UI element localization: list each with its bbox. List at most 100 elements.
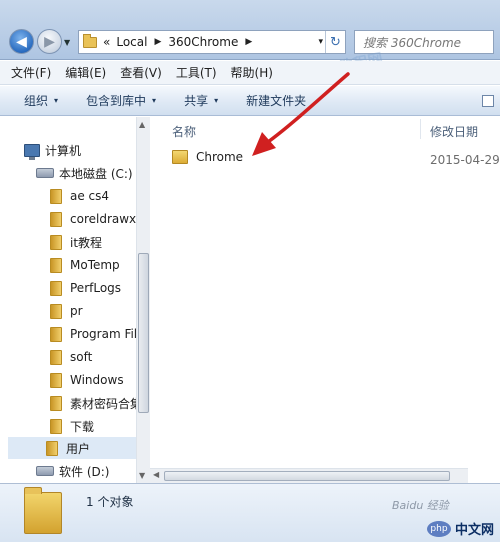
local-disk-icon bbox=[36, 168, 54, 178]
tree-item-drive-d[interactable]: 软件 (D:) bbox=[36, 460, 109, 482]
new-folder-label: 新建文件夹 bbox=[246, 94, 307, 108]
menu-file[interactable]: 文件(F) bbox=[11, 64, 51, 81]
folder-icon bbox=[50, 211, 62, 227]
tree-label: PerfLogs bbox=[70, 281, 122, 295]
tree-label: 计算机 bbox=[45, 143, 82, 158]
folder-icon bbox=[50, 280, 62, 296]
breadcrumb-360chrome[interactable]: 360Chrome bbox=[168, 35, 238, 49]
list-item[interactable]: Chrome bbox=[172, 150, 243, 164]
tree-item-computer[interactable]: 计算机 bbox=[24, 139, 81, 161]
folder-icon bbox=[50, 372, 62, 388]
menu-view[interactable]: 查看(V) bbox=[120, 64, 162, 81]
tree-label: ae cs4 bbox=[70, 189, 110, 203]
tree-label: pr bbox=[70, 304, 83, 318]
address-history-chevron[interactable]: « bbox=[103, 35, 110, 49]
local-disk-icon bbox=[36, 466, 54, 476]
folder-icon bbox=[50, 418, 62, 434]
recent-pages-dropdown[interactable]: ▼ bbox=[64, 38, 70, 47]
folder-icon bbox=[50, 303, 62, 319]
back-button[interactable]: ◀ bbox=[9, 29, 34, 54]
file-date-modified: 2015-04-29 bbox=[430, 153, 500, 167]
scrollbar-thumb[interactable] bbox=[164, 471, 450, 481]
tree-label: soft bbox=[70, 350, 93, 364]
menu-edit[interactable]: 编辑(E) bbox=[65, 64, 106, 81]
tree-item-drive-c[interactable]: 本地磁盘 (C:) bbox=[36, 162, 133, 184]
organize-label: 组织 bbox=[24, 94, 49, 108]
view-options-icon[interactable] bbox=[482, 95, 494, 107]
chevron-down-icon: ▾ bbox=[152, 96, 157, 105]
folder-icon bbox=[50, 326, 62, 342]
tree-item-folder[interactable]: soft bbox=[50, 346, 92, 368]
php-watermark-text: 中文网 bbox=[454, 523, 494, 538]
tree-label: MoTemp bbox=[70, 258, 120, 272]
organize-button[interactable]: 组织 ▾ bbox=[24, 92, 58, 109]
file-list[interactable]: 名称 修改日期 Chrome 2015-04-29 bbox=[150, 117, 500, 483]
forward-arrow-icon: ▶ bbox=[44, 33, 55, 50]
breadcrumb-separator-icon[interactable]: ▶ bbox=[245, 37, 252, 47]
tree-item-folder[interactable]: MoTemp bbox=[50, 254, 120, 276]
address-dropdown-icon[interactable]: ▾ bbox=[318, 37, 323, 47]
tree-item-folder[interactable]: 素材密码合集 bbox=[50, 392, 142, 414]
computer-icon bbox=[24, 143, 40, 160]
navigation-pane[interactable]: 计算机 本地磁盘 (C:) ae cs4 coreldrawx7 it教程 Mo… bbox=[0, 117, 150, 483]
command-bar: 组织 ▾ 包含到库中 ▾ 共享 ▾ 新建文件夹 bbox=[0, 86, 500, 116]
item-count: 1 个对象 bbox=[86, 495, 134, 509]
tree-label: it教程 bbox=[70, 235, 103, 250]
folder-icon bbox=[50, 234, 62, 250]
tree-label: 本地磁盘 (C:) bbox=[59, 166, 133, 181]
new-folder-button[interactable]: 新建文件夹 bbox=[246, 92, 306, 109]
folder-icon bbox=[50, 188, 62, 204]
tree-label: 用户 bbox=[66, 441, 91, 456]
refresh-icon: ↻ bbox=[330, 34, 341, 50]
tree-item-folder[interactable]: Windows bbox=[50, 369, 124, 391]
refresh-button[interactable]: ↻ bbox=[325, 31, 345, 53]
php-watermark: php 中文网 bbox=[426, 519, 494, 538]
file-list-horizontal-scrollbar[interactable]: ◀ bbox=[150, 468, 468, 483]
column-header-name[interactable]: 名称 bbox=[172, 123, 196, 140]
breadcrumb-local[interactable]: Local bbox=[116, 35, 147, 49]
tree-label: Windows bbox=[70, 373, 124, 387]
tree-label: 软件 (D:) bbox=[59, 464, 110, 479]
tree-item-folder[interactable]: it教程 bbox=[50, 231, 102, 253]
php-logo-icon: php bbox=[426, 520, 451, 537]
folder-icon bbox=[50, 349, 62, 365]
tree-item-folder[interactable]: coreldrawx7 bbox=[50, 208, 144, 230]
folder-icon bbox=[172, 150, 188, 164]
tree-label: 下载 bbox=[70, 419, 95, 434]
menu-help[interactable]: 帮助(H) bbox=[231, 64, 273, 81]
share-button[interactable]: 共享 ▾ bbox=[184, 92, 218, 109]
back-arrow-icon: ◀ bbox=[16, 33, 27, 50]
folder-icon bbox=[24, 487, 62, 534]
breadcrumb-separator-icon[interactable]: ▶ bbox=[154, 37, 161, 47]
scroll-left-icon[interactable]: ◀ bbox=[153, 470, 159, 479]
menu-bar: 文件(F) 编辑(E) 查看(V) 工具(T) 帮助(H) bbox=[0, 61, 500, 85]
forward-button[interactable]: ▶ bbox=[37, 29, 62, 54]
title-bar: ◀ ▶ ▼ « Local ▶ 360Chrome ▶ ▾ ↻ 搜索 360Ch… bbox=[0, 0, 500, 60]
folder-icon bbox=[83, 33, 97, 48]
column-divider[interactable] bbox=[420, 119, 421, 139]
folder-icon bbox=[50, 395, 62, 411]
include-in-library-button[interactable]: 包含到库中 ▾ bbox=[86, 92, 156, 109]
tree-item-folder[interactable]: ae cs4 bbox=[50, 185, 109, 207]
scrollbar-thumb[interactable] bbox=[138, 253, 149, 413]
tree-label: coreldrawx7 bbox=[70, 212, 144, 226]
share-label: 共享 bbox=[184, 94, 209, 108]
chevron-down-icon: ▾ bbox=[54, 96, 59, 105]
include-in-library-label: 包含到库中 bbox=[86, 94, 147, 108]
tree-item-folder[interactable]: PerfLogs bbox=[50, 277, 121, 299]
baidu-watermark: Baidu 经验 bbox=[392, 499, 449, 512]
menu-tools[interactable]: 工具(T) bbox=[176, 64, 217, 81]
folder-icon bbox=[50, 257, 62, 273]
folder-icon bbox=[46, 440, 58, 456]
scroll-down-icon[interactable]: ▼ bbox=[139, 471, 145, 480]
tree-item-folder[interactable]: pr bbox=[50, 300, 83, 322]
address-bar[interactable]: « Local ▶ 360Chrome ▶ ▾ ↻ bbox=[78, 30, 346, 54]
file-name: Chrome bbox=[196, 150, 244, 164]
chevron-down-icon: ▾ bbox=[214, 96, 219, 105]
nav-pane-scrollbar[interactable]: ▲ ▼ bbox=[136, 117, 150, 483]
column-header-date-modified[interactable]: 修改日期 bbox=[430, 123, 478, 140]
scroll-up-icon[interactable]: ▲ bbox=[139, 120, 145, 129]
tree-item-folder[interactable]: 下载 bbox=[50, 415, 94, 437]
tree-item-folder-selected[interactable]: 用户 bbox=[8, 437, 136, 459]
tree-item-folder[interactable]: Program Files bbox=[50, 323, 149, 345]
